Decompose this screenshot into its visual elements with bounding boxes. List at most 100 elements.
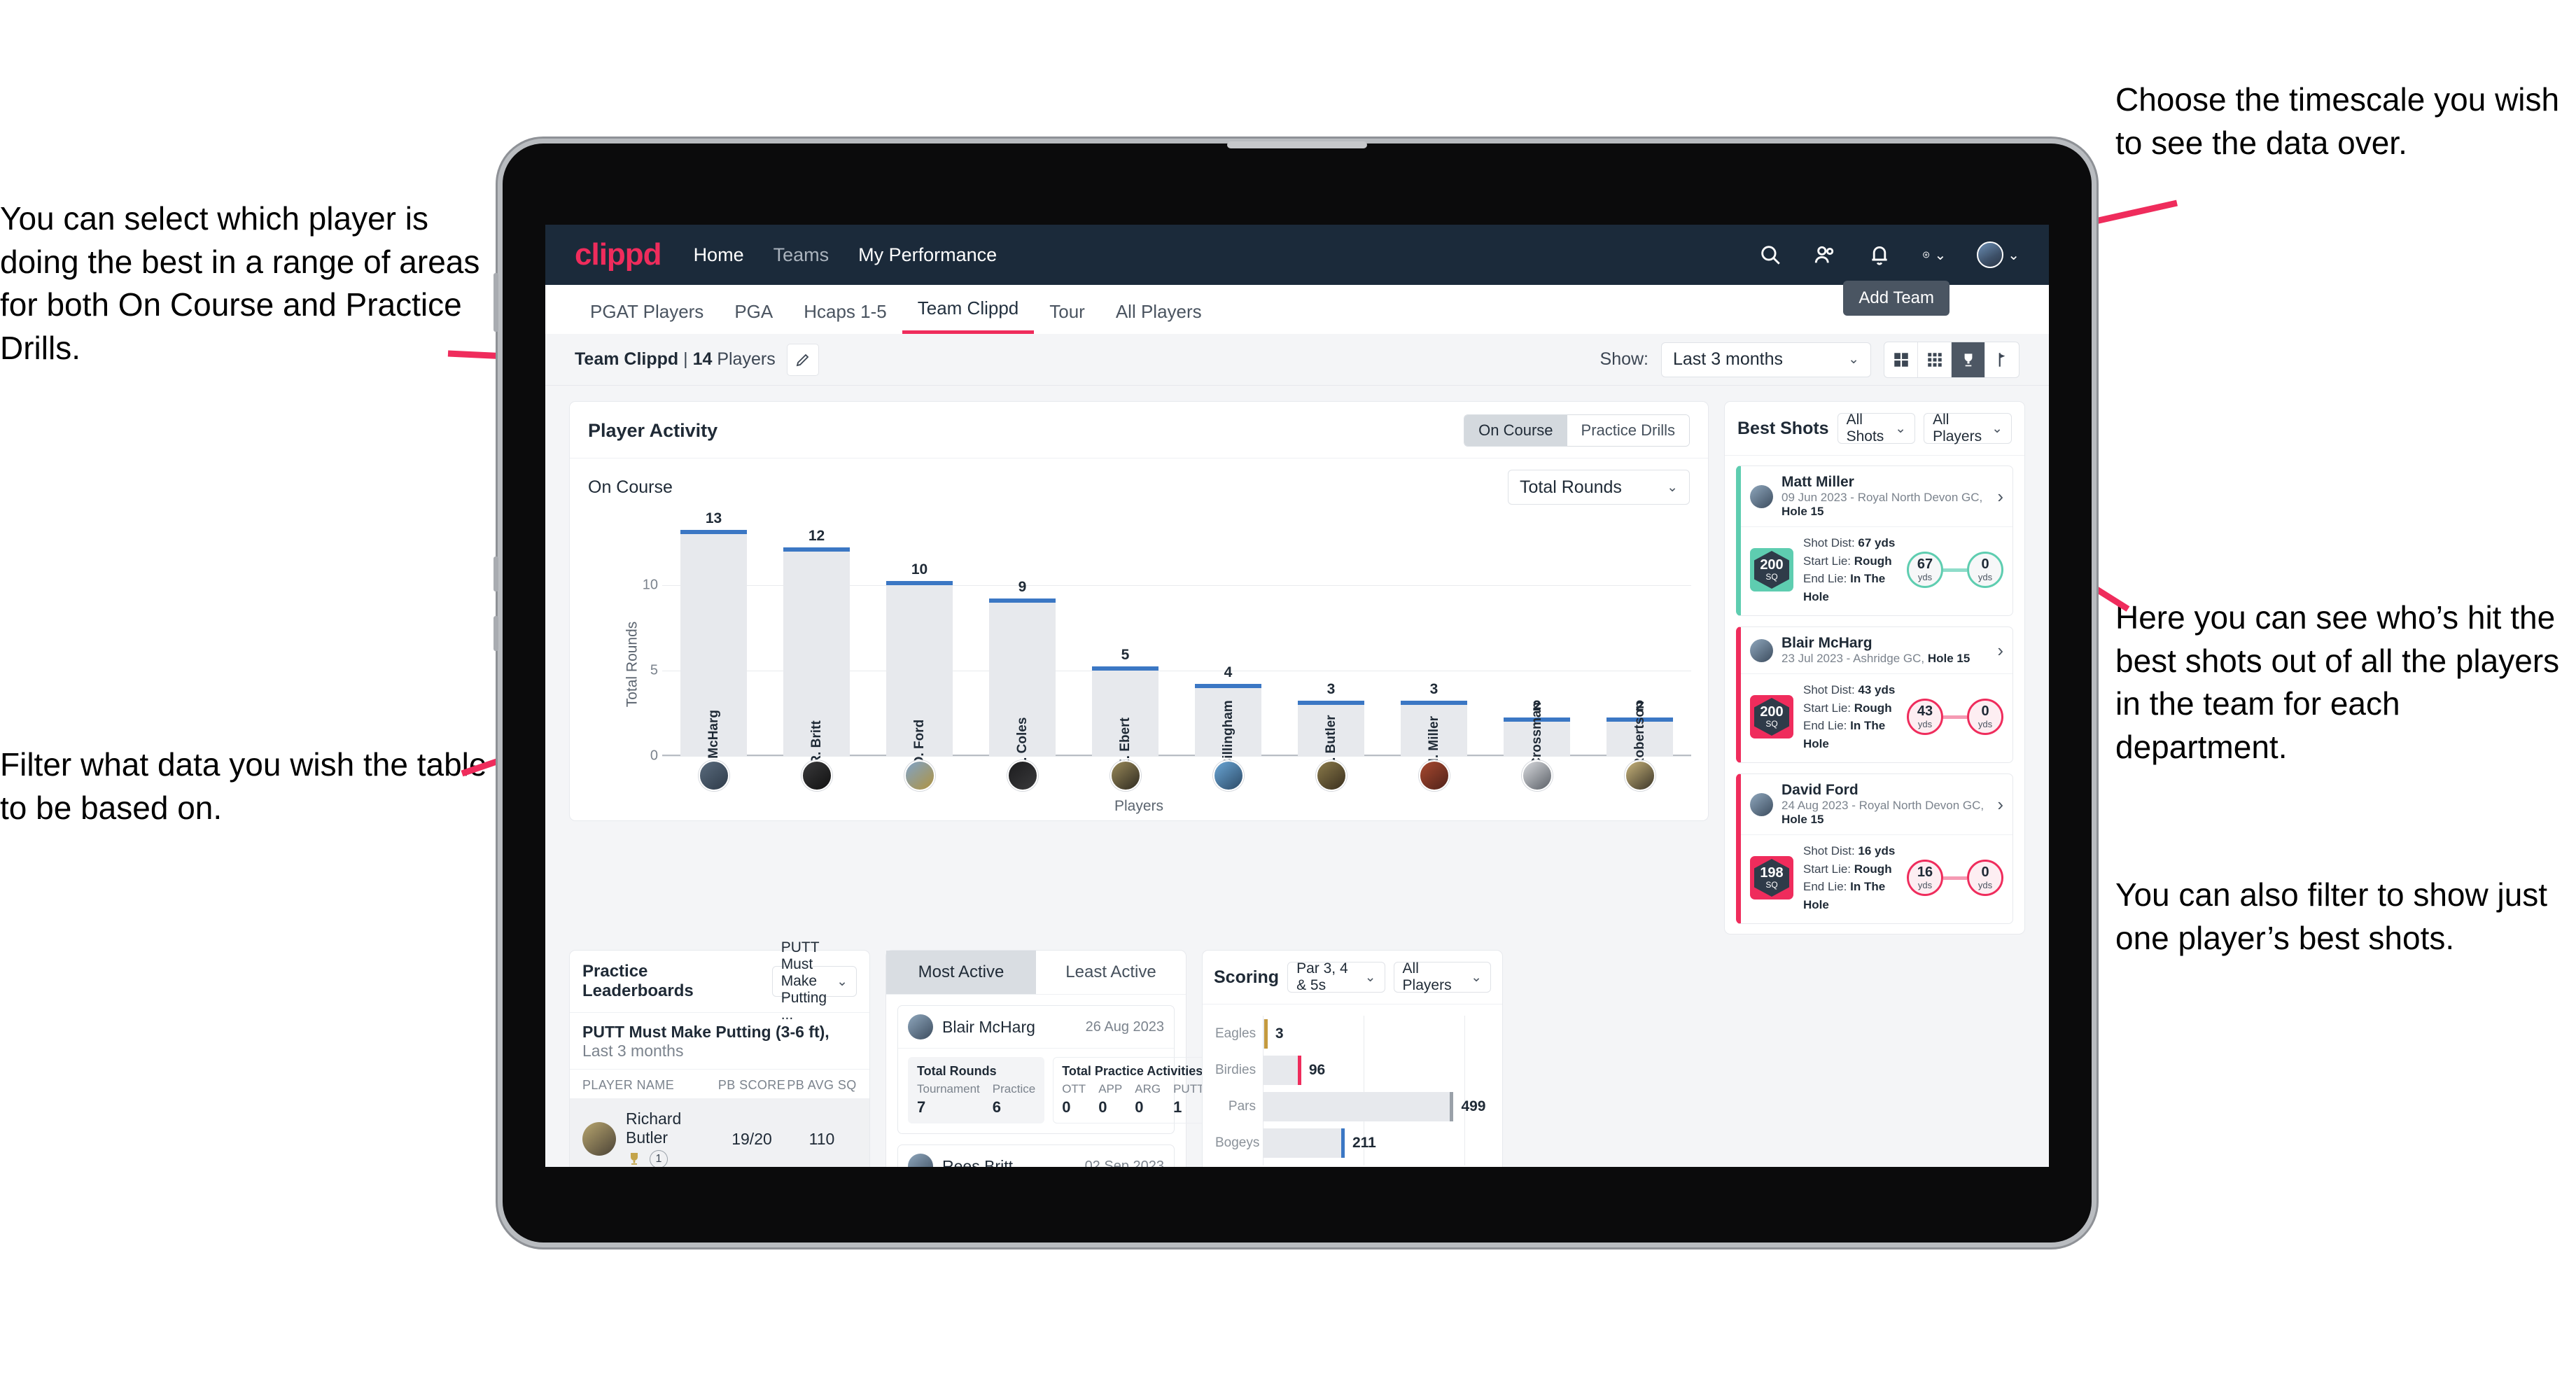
scoring-par-filter[interactable]: Par 3, 4 & 5s ⌄ [1287,960,1385,993]
segment-practice-drills[interactable]: Practice Drills [1567,415,1689,446]
scoring-category-label: Eagles [1215,1026,1256,1041]
tab-hcaps-1-5[interactable]: Hcaps 1-5 [788,301,902,334]
bar-column[interactable]: 3 R. Butler [1280,517,1382,771]
view-grid-small-button[interactable] [1918,342,1952,377]
scoring-bar[interactable] [1263,1019,1268,1049]
nav-my-performance[interactable]: My Performance [858,244,997,266]
to-unit: yds [1977,572,1993,582]
shot-dist-row: Shot Dist: 67 yds [1803,534,1897,552]
best-shot-card[interactable]: David Ford 24 Aug 2023 - Royal North Devo… [1736,774,2013,924]
bar-column[interactable]: 12 R. Britt [765,517,868,765]
hexagon-icon: 200 SQ [1754,551,1789,589]
bar-column[interactable]: 4 D. Billingham [1177,517,1280,785]
best-shots-player-filter[interactable]: All Players ⌄ [1924,412,2012,444]
bar-column[interactable]: 13 B. McHarg [662,510,765,776]
player-avatar[interactable] [1212,760,1244,791]
bar-column[interactable]: 2 E. Crossman [1485,517,1588,783]
team-subbar: Team Clippd | 14 Players Show: Last 3 mo… [545,334,2049,386]
clippd-logo[interactable]: clippd [575,237,662,272]
column-pb-avg-sq: PB AVG SQ [787,1078,857,1092]
view-trophy-button[interactable] [1952,342,1985,377]
tab-pga[interactable]: PGA [719,301,788,334]
best-shot-card[interactable]: Blair McHarg 23 Jul 2023 - Ashridge GC, H… [1736,626,2013,763]
from-unit: yds [1917,572,1933,582]
chevron-right-icon[interactable]: › [1997,486,2003,507]
plus-circle-icon[interactable]: ⌄ [1922,243,1946,267]
nav-home[interactable]: Home [694,244,744,266]
from-unit: yds [1917,880,1933,890]
drill-select[interactable]: PUTT Must Make Putting ... ⌄ [771,939,857,1023]
timescale-select[interactable]: Last 3 months ⌄ [1661,342,1871,377]
chevron-down-icon: ⌄ [1471,969,1483,985]
side-button-a[interactable] [493,556,498,592]
bar-column[interactable]: 5 E. Ebert [1074,517,1177,768]
player-avatar[interactable] [1007,760,1038,791]
grid-large-icon [1893,352,1908,367]
view-grid-large-button[interactable] [1884,342,1918,377]
start-lie-row: Start Lie: Rough [1803,699,1897,718]
tab-team-clippd[interactable]: Team Clippd [902,298,1035,334]
tab-most-active[interactable]: Most Active [886,951,1036,994]
tab-least-active[interactable]: Least Active [1036,951,1186,994]
metric-value: Total Rounds [1520,477,1622,497]
chevron-right-icon[interactable]: › [1997,794,2003,816]
team-player-count: 14 [692,349,713,369]
scoring-category-label: Birdies [1215,1063,1256,1077]
side-button-b[interactable] [493,616,498,651]
shot-dist-label: Shot Dist: [1803,536,1858,550]
view-flag-button[interactable] [1985,342,2019,377]
shot-start-node: 67 yds [1907,552,1943,588]
scoring-track: 211 [1263,1128,1490,1158]
volume-button[interactable] [493,273,498,332]
chevron-right-icon[interactable]: › [1997,640,2003,662]
leaderboard-rows: Richard Butler119/20110Edward Crossman21… [570,1098,869,1167]
scoring-player-filter[interactable]: All Players ⌄ [1393,960,1492,993]
player-activity-title: Player Activity [588,419,718,441]
scoring-value-label: 3 [1275,1026,1284,1042]
activity-item[interactable]: Blair McHarg 26 Aug 2023 Total Rounds Tourn… [897,1005,1214,1134]
segment-on-course[interactable]: On Course [1464,415,1567,446]
player-avatar[interactable] [698,760,729,791]
shot-dist-label: Shot Dist: [1803,844,1858,858]
stat-value: 0 [1062,1098,1071,1116]
player-filter-value: All Players [1933,412,1982,444]
bar-column[interactable]: 10 D. Ford [868,517,971,766]
best-shots-shot-filter[interactable]: All Shots ⌄ [1837,412,1916,444]
avatar[interactable]: ⌄ [1977,241,2019,268]
player-avatar[interactable] [1315,760,1347,791]
tab-all-players[interactable]: All Players [1100,301,1217,334]
start-lie-row: Start Lie: Rough [1803,860,1897,878]
scoring-bar[interactable] [1263,1128,1345,1158]
to-value: 0 [1981,864,1989,880]
edit-team-button[interactable] [786,343,819,376]
player-avatar[interactable] [904,760,935,791]
player-avatar[interactable] [1110,760,1141,791]
chevron-down-icon: ⌄ [1848,352,1859,367]
activity-item[interactable]: Rees Britt02 Sep 2023Total RoundsTournam… [897,1144,1175,1167]
scoring-bar[interactable] [1263,1056,1301,1085]
table-row[interactable]: Richard Butler 1 19/20 110 [570,1098,869,1167]
player-avatar[interactable] [1418,760,1450,791]
player-avatar[interactable] [801,760,832,791]
distance-connector [1943,568,1967,572]
from-value: 16 [1917,864,1933,880]
bar-column[interactable]: 2 C. Robertson [1588,517,1691,785]
activity-card: Most Active Least Active Blair McHarg 26 … [886,950,1214,1167]
player-avatar[interactable] [1521,760,1553,791]
end-lie-label: End Lie: [1803,719,1851,732]
avatar [1750,484,1773,508]
bell-icon[interactable] [1868,243,1891,267]
bar-column[interactable]: 9 J. Coles [971,517,1074,768]
player-avatar[interactable] [1624,760,1656,791]
people-icon[interactable] [1813,243,1837,267]
chevron-down-icon: ⌄ [1991,421,2003,436]
bar-column[interactable]: 3 M. Miller [1382,517,1485,769]
tab-tour[interactable]: Tour [1034,301,1100,334]
shot-distance-diagram: 16 yds 0 yds [1907,860,2003,896]
search-icon[interactable] [1758,243,1782,267]
scoring-bar[interactable] [1263,1092,1454,1121]
tab-pgat-players[interactable]: PGAT Players [575,301,719,334]
metric-select[interactable]: Total Rounds ⌄ [1508,470,1690,505]
nav-teams[interactable]: Teams [774,244,830,266]
best-shot-card[interactable]: Matt Miller 09 Jun 2023 - Royal North Dev… [1736,465,2013,616]
